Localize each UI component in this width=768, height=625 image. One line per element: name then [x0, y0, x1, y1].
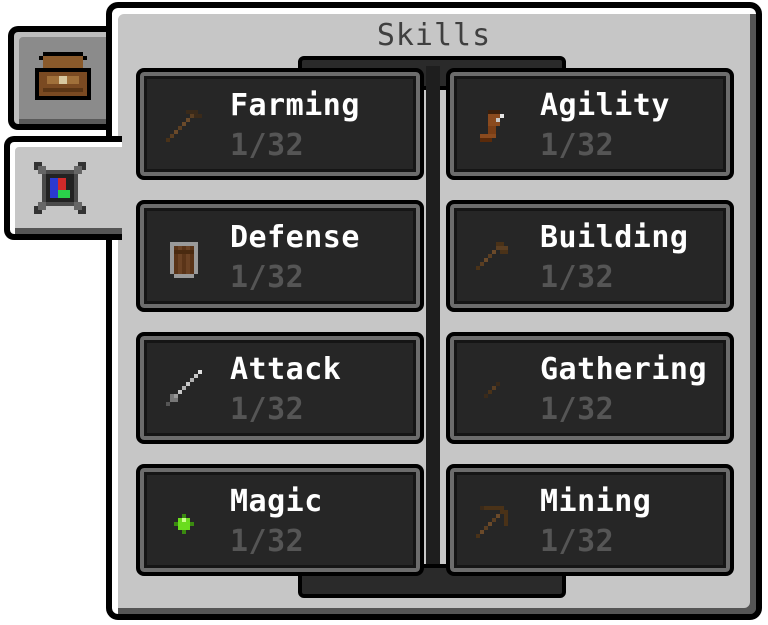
skill-level: 1/32 [230, 524, 305, 559]
skill-name: Attack [230, 352, 342, 387]
skill-name: Mining [540, 484, 652, 519]
tab-skills[interactable] [4, 136, 122, 240]
skill-name: Gathering [540, 352, 708, 387]
skill-level: 1/32 [230, 260, 305, 295]
skills-compass-icon [34, 162, 86, 214]
skill-card-mining[interactable]: Mining 1/32 [446, 464, 734, 576]
skills-screen: Skills Farming 1/32 Agility 1/32 Defense… [0, 0, 768, 625]
tab-inventory[interactable] [8, 26, 112, 130]
skill-card-defense[interactable]: Defense 1/32 [136, 200, 424, 312]
skill-card-gathering[interactable]: Gathering 1/32 [446, 332, 734, 444]
skill-card-farming[interactable]: Farming 1/32 [136, 68, 424, 180]
skill-name: Defense [230, 220, 360, 255]
skill-card-building[interactable]: Building 1/32 [446, 200, 734, 312]
shield-icon [170, 242, 198, 278]
skill-level: 1/32 [540, 392, 615, 427]
boot-icon [480, 110, 504, 142]
skill-name: Building [540, 220, 689, 255]
grid-frame-divider [426, 66, 440, 586]
hoe-icon [166, 110, 202, 142]
skill-name: Magic [230, 484, 323, 519]
skill-level: 1/32 [230, 128, 305, 163]
skill-level: 1/32 [540, 524, 615, 559]
skill-card-attack[interactable]: Attack 1/32 [136, 332, 424, 444]
skill-card-agility[interactable]: Agility 1/32 [446, 68, 734, 180]
skill-name: Farming [230, 88, 360, 123]
hammer-icon [476, 242, 508, 270]
skill-name: Agility [540, 88, 670, 123]
skill-level: 1/32 [230, 392, 305, 427]
pickaxe-icon [476, 506, 508, 538]
skill-card-magic[interactable]: Magic 1/32 [136, 464, 424, 576]
panel-title: Skills [376, 18, 492, 53]
stick-icon [484, 382, 500, 398]
skill-level: 1/32 [540, 128, 615, 163]
skill-level: 1/32 [540, 260, 615, 295]
green-orb-icon [174, 514, 194, 534]
backpack-icon [35, 52, 91, 100]
sword-icon [166, 370, 202, 406]
